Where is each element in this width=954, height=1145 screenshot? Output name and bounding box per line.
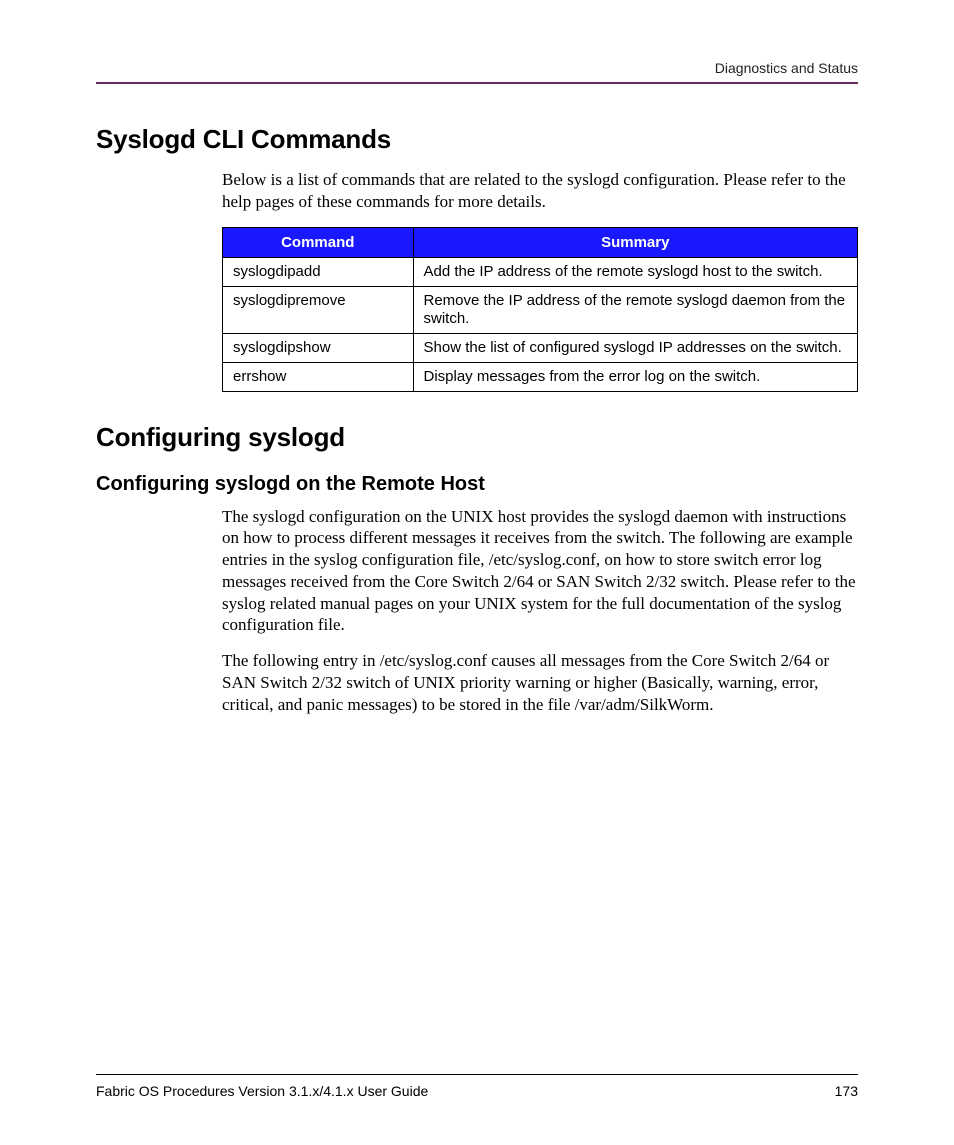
footer-title: Fabric OS Procedures Version 3.1.x/4.1.x… — [96, 1083, 428, 1099]
document-page: Diagnostics and Status Syslogd CLI Comma… — [0, 0, 954, 1145]
table-header-row: Command Summary — [223, 227, 858, 257]
header-rule — [96, 82, 858, 84]
cell-summary: Remove the IP address of the remote sysl… — [413, 286, 858, 333]
th-summary: Summary — [413, 227, 858, 257]
cell-command: syslogdipadd — [223, 257, 414, 286]
command-table-wrap: Command Summary syslogdipadd Add the IP … — [222, 227, 858, 392]
cell-command: syslogdipremove — [223, 286, 414, 333]
table-row: errshow Display messages from the error … — [223, 362, 858, 391]
heading-configuring-syslogd: Configuring syslogd — [96, 422, 858, 453]
cell-command: errshow — [223, 362, 414, 391]
cell-summary: Display messages from the error log on t… — [413, 362, 858, 391]
heading-syslogd-cli: Syslogd CLI Commands — [96, 124, 858, 155]
table-row: syslogdipremove Remove the IP address of… — [223, 286, 858, 333]
footer-row: Fabric OS Procedures Version 3.1.x/4.1.x… — [96, 1083, 858, 1099]
command-table: Command Summary syslogdipadd Add the IP … — [222, 227, 858, 392]
table-row: syslogdipshow Show the list of configure… — [223, 333, 858, 362]
page-number: 173 — [835, 1083, 858, 1099]
th-command: Command — [223, 227, 414, 257]
footer-rule — [96, 1074, 858, 1075]
body-paragraph: The syslogd configuration on the UNIX ho… — [222, 506, 858, 637]
cell-summary: Add the IP address of the remote syslogd… — [413, 257, 858, 286]
footer: Fabric OS Procedures Version 3.1.x/4.1.x… — [96, 1074, 858, 1099]
body-paragraph: The following entry in /etc/syslog.conf … — [222, 650, 858, 715]
table-row: syslogdipadd Add the IP address of the r… — [223, 257, 858, 286]
running-header: Diagnostics and Status — [96, 60, 858, 76]
intro-paragraph: Below is a list of commands that are rel… — [222, 169, 858, 213]
cell-command: syslogdipshow — [223, 333, 414, 362]
cell-summary: Show the list of configured syslogd IP a… — [413, 333, 858, 362]
subheading-remote-host: Configuring syslogd on the Remote Host — [96, 473, 858, 496]
